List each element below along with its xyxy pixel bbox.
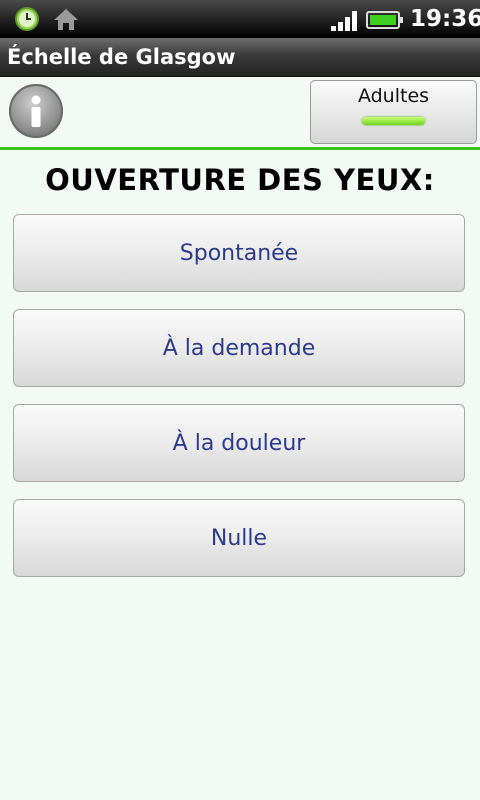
battery-icon <box>366 11 403 29</box>
question-heading: OUVERTURE DES YEUX: <box>45 163 435 197</box>
toolbar: Adultes <box>0 77 480 147</box>
status-bar: 19:36 <box>0 0 480 38</box>
mode-toggle-label: Adultes <box>357 85 430 107</box>
info-button[interactable] <box>9 84 63 138</box>
mode-toggle-adults[interactable]: Adultes <box>310 80 477 144</box>
toggle-indicator <box>362 117 425 125</box>
option-to-pain-button[interactable]: À la douleur <box>13 404 465 482</box>
divider <box>0 147 480 150</box>
option-label: À la demande <box>162 336 316 361</box>
option-label: Spontanée <box>179 241 299 266</box>
option-none-button[interactable]: Nulle <box>13 499 465 577</box>
info-icon <box>31 95 41 127</box>
clock-notification-icon <box>15 7 39 31</box>
option-on-request-button[interactable]: À la demande <box>13 309 465 387</box>
option-spontaneous-button[interactable]: Spontanée <box>13 214 465 292</box>
status-time: 19:36 <box>410 6 480 32</box>
home-icon <box>54 9 78 30</box>
app-title-bar: Échelle de Glasgow <box>0 38 480 77</box>
option-label: Nulle <box>210 526 268 551</box>
option-label: À la douleur <box>172 431 306 456</box>
app-title: Échelle de Glasgow <box>7 45 236 69</box>
signal-icon <box>331 11 357 31</box>
